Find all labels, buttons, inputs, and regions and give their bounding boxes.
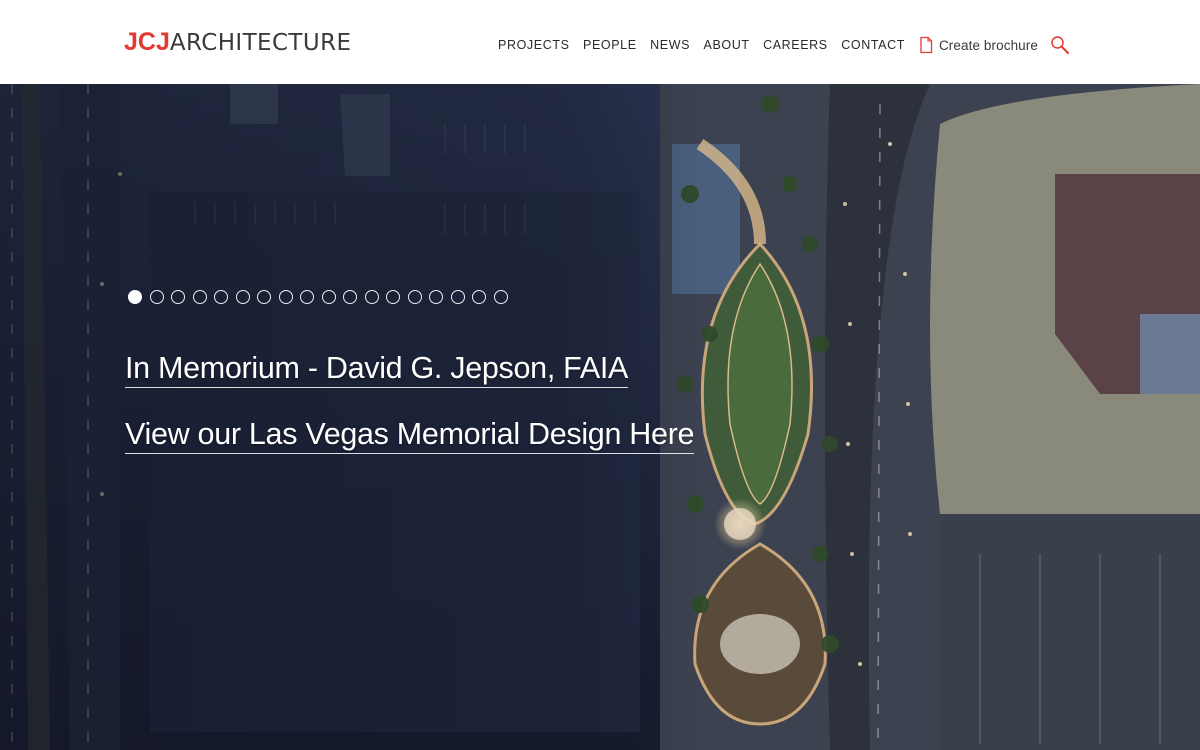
nav-news[interactable]: NEWS	[650, 38, 690, 52]
slider-dot[interactable]	[128, 290, 142, 304]
slider-dot[interactable]	[472, 290, 486, 304]
slider-dot[interactable]	[278, 290, 293, 304]
slider-dot[interactable]	[321, 290, 336, 304]
slider-dot[interactable]	[450, 290, 465, 304]
slider-dot[interactable]	[214, 290, 228, 304]
document-icon	[919, 36, 933, 54]
nav-people[interactable]: PEOPLE	[583, 38, 637, 52]
slider-dot[interactable]	[300, 290, 314, 304]
nav-projects[interactable]: PROJECTS	[498, 38, 569, 52]
search-icon[interactable]	[1050, 35, 1070, 55]
slider-dot[interactable]	[257, 290, 271, 304]
hero-slider: In Memorium - David G. Jepson, FAIA View…	[0, 84, 1200, 750]
nav-careers[interactable]: CAREERS	[763, 38, 828, 52]
nav-contact[interactable]: CONTACT	[841, 38, 905, 52]
jcj-logo[interactable]: JCJ ARCHITECTURE	[124, 28, 351, 56]
slider-dot[interactable]	[386, 290, 400, 304]
slider-dot[interactable]	[364, 290, 379, 304]
slider-dot[interactable]	[493, 290, 508, 304]
slider-pagination	[128, 290, 508, 304]
memorial-design-link[interactable]: View our Las Vegas Memorial Design Here	[125, 416, 695, 454]
logo-mark: JCJ	[124, 28, 170, 56]
slider-dot[interactable]	[407, 290, 422, 304]
slider-dot[interactable]	[235, 290, 250, 304]
slider-dot[interactable]	[429, 290, 443, 304]
create-brochure-button[interactable]: Create brochure	[919, 36, 1038, 54]
slider-dot[interactable]	[343, 290, 357, 304]
slider-dot[interactable]	[171, 290, 185, 304]
nav-about[interactable]: ABOUT	[704, 38, 750, 52]
slider-dot[interactable]	[192, 290, 207, 304]
logo-wordmark: ARCHITECTURE	[169, 30, 352, 56]
site-header: JCJ ARCHITECTURE PROJECTS PEOPLE NEWS AB…	[0, 0, 1200, 84]
main-nav: PROJECTS PEOPLE NEWS ABOUT CAREERS CONTA…	[498, 34, 1070, 56]
memorium-headline-link[interactable]: In Memorium - David G. Jepson, FAIA	[125, 350, 628, 388]
create-brochure-label: Create brochure	[938, 37, 1038, 53]
slider-dot[interactable]	[149, 290, 164, 304]
